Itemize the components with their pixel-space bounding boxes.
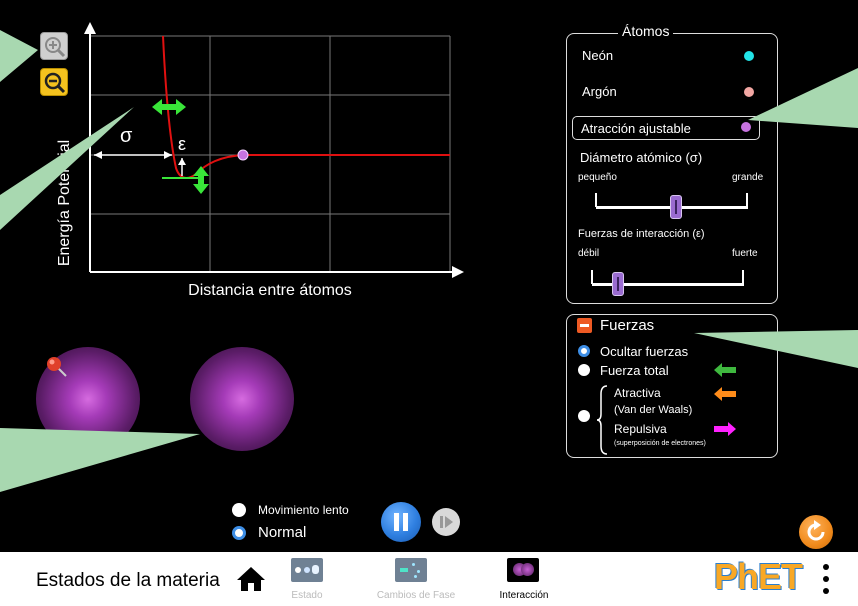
- tab-estado-label: Estado: [291, 590, 323, 601]
- phet-logo[interactable]: PhET: [712, 556, 808, 600]
- tab-cambios-de-fase[interactable]: Cambios de Fase: [366, 556, 466, 604]
- interaccion-tab-icon: [507, 558, 539, 582]
- phet-logo-text: PhET: [714, 556, 803, 597]
- tab-interaccion-label: Interacción: [499, 590, 549, 601]
- tab-cambios-de-fase-label: Cambios de Fase: [376, 590, 456, 601]
- cambios-de-fase-tab-icon: [395, 558, 427, 582]
- tab-estado[interactable]: Estado: [282, 556, 332, 604]
- hint-pointers: [0, 30, 858, 492]
- phet-menu-button[interactable]: [820, 562, 832, 596]
- home-icon[interactable]: [236, 566, 266, 592]
- estado-tab-icon: [291, 558, 323, 582]
- app-title: Estados de la materia: [36, 570, 220, 591]
- navigation-bar: Estados de la materia Estado Cambios de …: [0, 552, 858, 606]
- tab-interaccion[interactable]: Interacción: [486, 556, 562, 604]
